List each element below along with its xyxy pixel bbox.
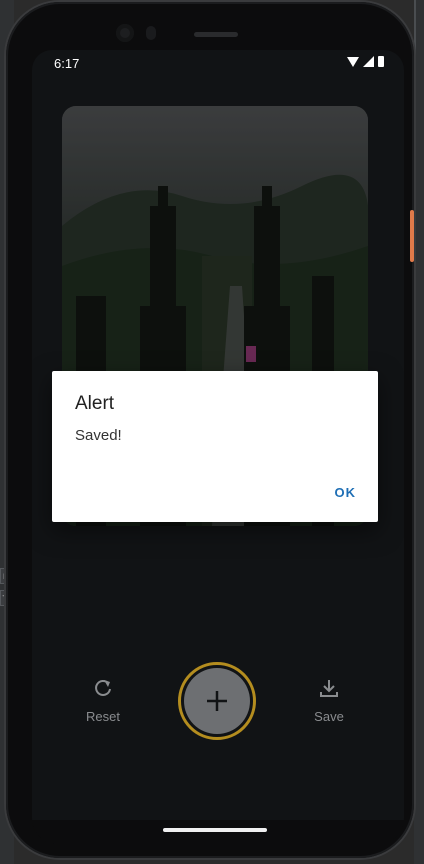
status-bar: 6:17 (32, 50, 404, 76)
phone-frame: 6:17 Alert Saved! OK Reset Save (6, 2, 414, 858)
plus-icon (207, 691, 227, 711)
navigation-bar (32, 820, 404, 844)
dialog-title: Alert (75, 393, 115, 414)
save-button[interactable]: Save (289, 678, 369, 724)
wifi-icon (347, 56, 359, 67)
reset-button[interactable]: Reset (63, 678, 143, 724)
sensor (146, 26, 156, 40)
panel-divider (414, 0, 416, 510)
alert-dialog: Alert Saved! OK (52, 371, 378, 522)
power-button[interactable] (410, 210, 414, 262)
ok-button[interactable]: OK (335, 485, 357, 500)
dialog-message: Saved! (75, 427, 122, 444)
status-icons (347, 56, 384, 67)
bottom-action-bar: Reset Save (32, 650, 404, 770)
download-icon (320, 680, 338, 697)
battery-icon (378, 56, 384, 67)
right-ide-panel (414, 0, 424, 864)
reset-label: Reset (86, 709, 120, 724)
front-camera (116, 24, 134, 42)
emulator-window: r t 6:17 (0, 0, 424, 864)
signal-icon (363, 56, 374, 67)
home-indicator[interactable] (163, 828, 267, 832)
add-button[interactable] (184, 668, 250, 734)
refresh-icon (95, 680, 111, 696)
phone-screen: 6:17 Alert Saved! OK Reset Save (32, 50, 404, 844)
save-label: Save (314, 709, 344, 724)
earpiece-speaker (194, 32, 238, 37)
status-time: 6:17 (54, 56, 80, 71)
